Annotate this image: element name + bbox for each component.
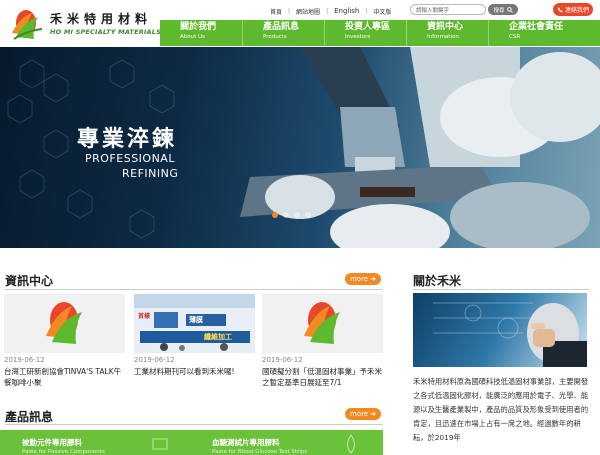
leaf-logo-icon bbox=[4, 294, 125, 353]
products-section-title: 產品訊息 bbox=[5, 410, 54, 424]
slider-dot[interactable] bbox=[272, 212, 278, 218]
nav-sublabel: Investors bbox=[345, 34, 371, 40]
slider-dot[interactable] bbox=[305, 212, 311, 218]
leaf-logo-icon bbox=[262, 294, 383, 353]
product-sublabel: Paste for Passive Components bbox=[22, 449, 105, 455]
nav-item-investors[interactable]: 投資人專區 Investors bbox=[324, 20, 406, 46]
utility-links: 首頁 | 網站地圖 | English | 中文版 bbox=[270, 5, 391, 17]
nav-sublabel: About Us bbox=[180, 34, 205, 40]
news-more-button[interactable]: more ➜ bbox=[345, 273, 381, 285]
blood-drop-icon bbox=[347, 434, 355, 454]
nav-item-csr[interactable]: 企業社會責任 CSR bbox=[488, 20, 570, 46]
logo-name-cn: 禾米特用材料 bbox=[50, 12, 153, 26]
about-image[interactable] bbox=[413, 293, 587, 367]
leaf-logo-icon bbox=[12, 10, 43, 40]
about-description: 禾米特用材料原為國碩科技低溫固材事業部，主要開發之各式低溫固化膠材，能廣泛的應用… bbox=[413, 377, 589, 442]
slider-dot[interactable] bbox=[294, 212, 300, 218]
search-icon bbox=[506, 6, 513, 13]
magazine-tag: 纖維加工 bbox=[204, 333, 232, 341]
site-header: 禾米特用材料 HO MI SPECIALTY MATERIALS 首頁 | 網站… bbox=[0, 0, 600, 47]
contact-button-label: 連絡我們 bbox=[564, 7, 589, 14]
arrow-right-icon: ➜ bbox=[370, 410, 376, 418]
phone-icon bbox=[557, 7, 563, 12]
magazine-tag: 薄膜 bbox=[189, 316, 203, 324]
more-label: more bbox=[349, 275, 369, 283]
nav-label: 產品訊息 bbox=[263, 22, 300, 32]
nav-item-products[interactable]: 產品訊息 Products bbox=[242, 20, 324, 46]
nav-sublabel: Information bbox=[427, 34, 459, 40]
nav-label: 關於我們 bbox=[180, 22, 217, 32]
separator: | bbox=[326, 7, 329, 15]
news-section-title: 資訊中心 bbox=[5, 274, 54, 288]
chinese-link[interactable]: 中文版 bbox=[373, 7, 391, 16]
logo-name-en: HO MI SPECIALTY MATERIALS bbox=[50, 28, 161, 36]
product-link-passive-components[interactable]: 被動元件專用膠料 bbox=[22, 437, 82, 448]
separator: | bbox=[288, 7, 291, 15]
hero-title: 專業淬鍊 bbox=[77, 127, 178, 152]
slider-dots bbox=[272, 212, 311, 218]
products-banner: 被動元件專用膠料 Paste for Passive Components 血糖… bbox=[0, 430, 383, 455]
news-headline[interactable]: 工業材料期刊可以看到禾米囉! bbox=[134, 366, 255, 377]
slider-dot[interactable] bbox=[283, 212, 289, 218]
news-card[interactable]: 2019-06-12 國碩擬分割「低溫固材事業」予禾米之暫定基準日展延至7/1 bbox=[262, 294, 383, 388]
nav-label: 資訊中心 bbox=[427, 22, 464, 32]
separator: | bbox=[365, 7, 368, 15]
business-hand-image bbox=[433, 302, 587, 367]
search-button-label: 搜尋 bbox=[493, 7, 505, 14]
news-date: 2019-06-12 bbox=[134, 356, 175, 364]
news-card-image bbox=[4, 294, 125, 353]
arrow-right-icon: ➜ bbox=[370, 275, 376, 283]
products-more-button[interactable]: more ➜ bbox=[345, 408, 381, 420]
nav-sublabel: Products bbox=[263, 34, 287, 40]
hero-subtitle-line2: REFINING bbox=[122, 167, 179, 180]
nav-label: 企業社會責任 bbox=[509, 22, 564, 32]
product-sublabel: Paste for Blood Glucose Test Strips bbox=[212, 449, 308, 455]
magazine-tag: 首樣 bbox=[138, 313, 151, 320]
products-divider bbox=[5, 424, 383, 425]
logo[interactable]: 禾米特用材料 HO MI SPECIALTY MATERIALS bbox=[8, 7, 168, 43]
search-button[interactable]: 搜尋 bbox=[488, 4, 518, 15]
news-card-image: 首樣 薄膜 纖維加工 bbox=[134, 294, 255, 353]
news-date: 2019-06-12 bbox=[262, 356, 303, 364]
news-card[interactable]: 首樣 薄膜 纖維加工 2019-06-12 工業材料期刊可以看到禾米囉! bbox=[134, 294, 255, 377]
news-divider bbox=[5, 289, 383, 290]
about-section-title: 關於禾米 bbox=[413, 274, 462, 288]
nav-item-about[interactable]: 關於我們 About Us bbox=[160, 20, 242, 46]
product-link-glucose-strips[interactable]: 血糖測試片專用膠料 bbox=[212, 437, 280, 448]
page: 禾米特用材料 HO MI SPECIALTY MATERIALS 首頁 | 網站… bbox=[0, 0, 600, 455]
home-link[interactable]: 首頁 bbox=[270, 7, 282, 16]
news-headline[interactable]: 國碩擬分割「低溫固材事業」予禾米之暫定基準日展延至7/1 bbox=[262, 366, 383, 388]
hero-banner[interactable]: 專業淬鍊 PROFESSIONAL REFINING bbox=[0, 47, 600, 248]
component-icon bbox=[152, 438, 168, 450]
nav-sublabel: CSR bbox=[509, 34, 521, 40]
hero-subtitle-line1: PROFESSIONAL bbox=[85, 152, 175, 165]
search-input[interactable]: 請輸入關鍵字 bbox=[410, 4, 486, 15]
english-link[interactable]: English bbox=[334, 7, 359, 15]
nav-label: 投資人專區 bbox=[345, 22, 391, 32]
news-card-image bbox=[262, 294, 383, 353]
contact-button[interactable]: 連絡我們 bbox=[553, 3, 593, 16]
news-card[interactable]: 2019-06-12 台灣工研新創協會TINVA'S TALK午餐咖啡小聚 bbox=[4, 294, 125, 388]
news-date: 2019-06-12 bbox=[4, 356, 45, 364]
more-label: more bbox=[349, 410, 369, 418]
about-divider bbox=[413, 289, 589, 290]
main-nav: 關於我們 About Us 產品訊息 Products 投資人專區 Invest… bbox=[160, 20, 600, 46]
nav-item-information[interactable]: 資訊中心 Information bbox=[406, 20, 488, 46]
news-headline[interactable]: 台灣工研新創協會TINVA'S TALK午餐咖啡小聚 bbox=[4, 366, 125, 388]
sitemap-link[interactable]: 網站地圖 bbox=[296, 7, 320, 16]
